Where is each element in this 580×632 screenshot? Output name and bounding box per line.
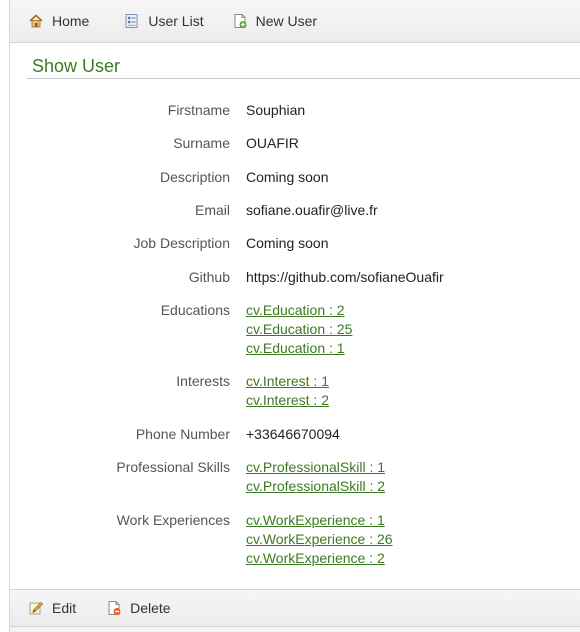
- field-phone-number: Phone Number +33646670094: [10, 425, 580, 458]
- page-container: Home User List New User Show User Firstn…: [9, 0, 580, 632]
- field-label: Educations: [160, 302, 230, 318]
- field-description: Description Coming soon: [10, 168, 580, 201]
- nav-user-list-label: User List: [148, 13, 204, 29]
- nav-home-link[interactable]: Home: [28, 0, 89, 43]
- field-interests: Interests cv.Interest : 1 cv.Interest : …: [10, 372, 580, 425]
- top-nav: Home User List New User: [10, 0, 580, 43]
- field-value: Souphian: [246, 102, 306, 118]
- new-user-icon: [232, 13, 248, 29]
- interest-link[interactable]: cv.Interest : 1: [246, 372, 329, 391]
- bottom-strip: [10, 627, 580, 632]
- edit-label: Edit: [52, 600, 77, 616]
- field-github: Github https://github.com/sofianeOuafir: [10, 268, 580, 301]
- field-label: Phone Number: [135, 426, 230, 442]
- nav-new-user-label: New User: [255, 13, 318, 29]
- field-label: Email: [194, 202, 230, 218]
- work-experience-link[interactable]: cv.WorkExperience : 26: [246, 530, 393, 549]
- left-gutter: [0, 0, 9, 632]
- edit-icon: [28, 600, 44, 616]
- field-job-description: Job Description Coming soon: [10, 234, 580, 268]
- field-work-experiences: Work Experiences cv.WorkExperience : 1 c…: [10, 511, 580, 582]
- field-surname: Surname OUAFIR: [10, 134, 580, 168]
- field-value: OUAFIR: [246, 135, 299, 151]
- field-value: https://github.com/sofianeOuafir: [246, 269, 444, 285]
- user-list-icon: [124, 13, 140, 29]
- field-value: sofiane.ouafir@live.fr: [246, 202, 378, 218]
- record-actions: Edit Delete: [10, 589, 580, 627]
- work-experience-link[interactable]: cv.WorkExperience : 2: [246, 549, 393, 568]
- education-link[interactable]: cv.Education : 25: [246, 320, 352, 339]
- field-educations: Educations cv.Education : 2 cv.Education…: [10, 301, 580, 372]
- work-experience-link[interactable]: cv.WorkExperience : 1: [246, 511, 393, 530]
- field-label: Professional Skills: [116, 459, 230, 475]
- field-links: cv.Education : 2 cv.Education : 25 cv.Ed…: [246, 301, 352, 358]
- field-label: Github: [188, 269, 230, 285]
- field-firstname: Firstname Souphian: [10, 101, 580, 134]
- home-icon: [28, 13, 44, 29]
- field-links: cv.WorkExperience : 1 cv.WorkExperience …: [246, 511, 393, 568]
- field-label: Surname: [173, 135, 230, 151]
- edit-button[interactable]: Edit: [28, 600, 76, 616]
- nav-new-user-link[interactable]: New User: [232, 0, 317, 43]
- nav-home-label: Home: [52, 13, 90, 29]
- field-links: cv.Interest : 1 cv.Interest : 2: [246, 372, 329, 410]
- field-value: Coming soon: [246, 235, 329, 251]
- user-details: Firstname Souphian Surname OUAFIR Descri…: [10, 101, 580, 582]
- delete-button[interactable]: Delete: [106, 600, 171, 616]
- field-label: Description: [159, 169, 230, 185]
- page-title: Show User: [32, 56, 121, 76]
- professional-skill-link[interactable]: cv.ProfessionalSkill : 2: [246, 477, 385, 496]
- delete-label: Delete: [130, 600, 171, 616]
- field-links: cv.ProfessionalSkill : 1 cv.Professional…: [246, 458, 385, 496]
- education-link[interactable]: cv.Education : 2: [246, 301, 352, 320]
- title-bar: Show User: [27, 54, 580, 79]
- field-label: Job Description: [133, 235, 231, 251]
- field-email: Email sofiane.ouafir@live.fr: [10, 201, 580, 234]
- professional-skill-link[interactable]: cv.ProfessionalSkill : 1: [246, 458, 385, 477]
- field-label: Interests: [176, 373, 230, 389]
- field-professional-skills: Professional Skills cv.ProfessionalSkill…: [10, 458, 580, 511]
- field-label: Work Experiences: [116, 512, 230, 528]
- interest-link[interactable]: cv.Interest : 2: [246, 391, 329, 410]
- nav-user-list-link[interactable]: User List: [124, 0, 204, 43]
- field-value: Coming soon: [246, 169, 329, 185]
- field-value: +33646670094: [246, 426, 340, 442]
- field-label: Firstname: [167, 102, 230, 118]
- education-link[interactable]: cv.Education : 1: [246, 339, 352, 358]
- delete-icon: [106, 600, 122, 616]
